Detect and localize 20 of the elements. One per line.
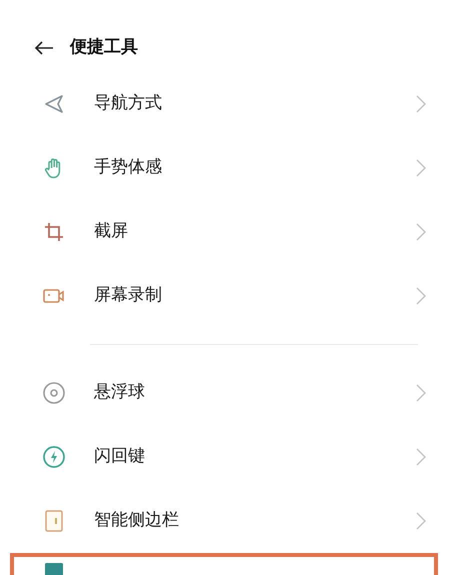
menu-item[interactable]: 悬浮球	[94, 380, 416, 406]
circle-icon	[42, 381, 66, 405]
menu-item[interactable]: 闪回键	[94, 444, 416, 470]
menu-item[interactable]: 屏幕录制	[94, 283, 416, 309]
page-title: 便捷工具	[70, 36, 138, 60]
chevron-right-icon	[416, 448, 426, 466]
chevron-right-icon	[416, 512, 426, 530]
chevron-right-icon	[416, 287, 426, 305]
back-icon[interactable]	[34, 41, 54, 55]
menu-item[interactable]: 截屏	[94, 219, 416, 245]
crop-icon	[42, 220, 66, 244]
navigation-icon	[42, 92, 66, 116]
chevron-right-icon	[416, 159, 426, 177]
lightning-icon	[42, 445, 66, 469]
menu-item[interactable]: 智能侧边栏	[94, 508, 416, 534]
chevron-right-icon	[416, 95, 426, 113]
menu-item[interactable]: 导航方式	[94, 91, 416, 117]
chevron-right-icon	[416, 223, 426, 241]
chevron-right-icon	[416, 384, 426, 402]
menu-item[interactable]: 手势体感	[94, 155, 416, 181]
